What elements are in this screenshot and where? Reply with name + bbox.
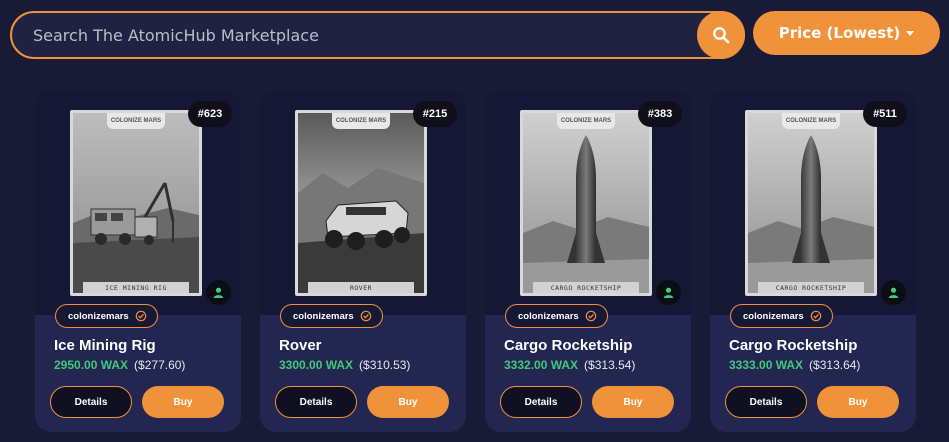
mars-logo: COLONIZE MARS <box>557 113 615 129</box>
collection-name: colonizemars <box>743 310 804 322</box>
owner-icon[interactable] <box>881 280 906 305</box>
asset-name: Rover <box>279 337 322 354</box>
price-wax: 2950.00 WAX <box>54 358 129 372</box>
price-row: 3300.00 WAX ($310.53) <box>279 358 410 372</box>
buy-button[interactable]: Buy <box>367 386 449 418</box>
details-button[interactable]: Details <box>500 386 582 418</box>
collection-link[interactable]: colonizemars <box>280 304 383 328</box>
frame-caption: ICE MINING RIG <box>83 282 189 293</box>
listing-card[interactable]: COLONIZE MARS ROVER #215 colonizemars Ro… <box>260 90 466 432</box>
price-usd: ($277.60) <box>134 358 186 372</box>
collection-link[interactable]: colonizemars <box>505 304 608 328</box>
price-usd: ($310.53) <box>359 358 411 372</box>
price-wax: 3300.00 WAX <box>279 358 354 372</box>
price-usd: ($313.64) <box>809 358 861 372</box>
search-input[interactable] <box>12 13 743 57</box>
search-button[interactable] <box>697 11 745 59</box>
frame-caption: CARGO ROCKETSHIP <box>758 282 864 293</box>
chevron-down-icon <box>906 31 915 36</box>
mars-logo: COLONIZE MARS <box>782 113 840 129</box>
verified-icon <box>360 310 372 322</box>
price-row: 3333.00 WAX ($313.64) <box>729 358 860 372</box>
mint-number-badge: #511 <box>863 101 907 127</box>
buy-button[interactable]: Buy <box>142 386 224 418</box>
price-row: 2950.00 WAX ($277.60) <box>54 358 185 372</box>
price-row: 3332.00 WAX ($313.54) <box>504 358 635 372</box>
search-bar <box>10 11 745 59</box>
mars-logo: COLONIZE MARS <box>332 113 390 129</box>
sort-dropdown[interactable]: Price (Lowest) <box>753 11 940 55</box>
collection-name: colonizemars <box>293 310 354 322</box>
nft-image-cargo-rocketship[interactable]: COLONIZE MARS CARGO ROCKETSHIP <box>520 110 652 296</box>
owner-icon[interactable] <box>656 280 681 305</box>
sort-label: Price (Lowest) <box>778 24 901 42</box>
nft-image-rover[interactable]: COLONIZE MARS ROVER <box>295 110 427 296</box>
frame-caption: CARGO ROCKETSHIP <box>533 282 639 293</box>
buy-button[interactable]: Buy <box>817 386 899 418</box>
details-button[interactable]: Details <box>275 386 357 418</box>
details-button[interactable]: Details <box>50 386 132 418</box>
collection-link[interactable]: colonizemars <box>55 304 158 328</box>
mint-number-badge: #383 <box>638 101 682 127</box>
asset-name: Cargo Rocketship <box>504 337 633 354</box>
verified-icon <box>585 310 597 322</box>
nft-image-ice-mining-rig[interactable]: COLONIZE MARS ICE MINING RIG <box>70 110 202 296</box>
price-usd: ($313.54) <box>584 358 636 372</box>
collection-link[interactable]: colonizemars <box>730 304 833 328</box>
nft-image-cargo-rocketship[interactable]: COLONIZE MARS CARGO ROCKETSHIP <box>745 110 877 296</box>
search-icon <box>713 27 730 44</box>
asset-name: Ice Mining Rig <box>54 337 156 354</box>
mint-number-badge: #623 <box>188 101 232 127</box>
verified-icon <box>135 310 147 322</box>
frame-caption: ROVER <box>308 282 414 293</box>
listing-card[interactable]: COLONIZE MARS CARGO ROCKETSHIP #511 colo… <box>710 90 916 432</box>
buy-button[interactable]: Buy <box>592 386 674 418</box>
price-wax: 3332.00 WAX <box>504 358 579 372</box>
mint-number-badge: #215 <box>413 101 457 127</box>
listing-card[interactable]: COLONIZE MARS ICE MINING RIG #623 coloni… <box>35 90 241 432</box>
collection-name: colonizemars <box>518 310 579 322</box>
owner-icon[interactable] <box>206 280 231 305</box>
listing-card[interactable]: COLONIZE MARS CARGO ROCKETSHIP #383 colo… <box>485 90 691 432</box>
collection-name: colonizemars <box>68 310 129 322</box>
details-button[interactable]: Details <box>725 386 807 418</box>
verified-icon <box>810 310 822 322</box>
price-wax: 3333.00 WAX <box>729 358 804 372</box>
mars-logo: COLONIZE MARS <box>107 113 165 129</box>
asset-name: Cargo Rocketship <box>729 337 858 354</box>
